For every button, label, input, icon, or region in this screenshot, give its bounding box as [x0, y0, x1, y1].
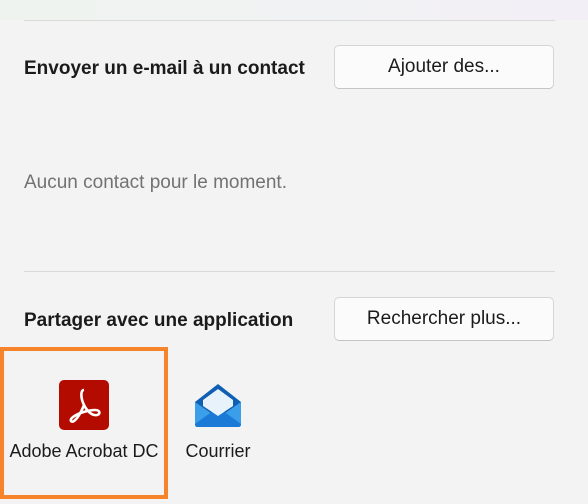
- app-label-courrier: Courrier: [185, 441, 251, 461]
- email-section-title: Envoyer un e-mail à un contact: [24, 58, 305, 79]
- app-label-adobe-acrobat: Adobe Acrobat DC: [9, 441, 159, 461]
- add-contacts-button[interactable]: Ajouter des...: [334, 45, 554, 89]
- search-more-button[interactable]: Rechercher plus...: [334, 297, 554, 341]
- adobe-acrobat-icon: [59, 380, 109, 430]
- divider-top: [24, 20, 555, 21]
- app-tile-adobe-acrobat[interactable]: Adobe Acrobat DC: [0, 347, 168, 499]
- mail-icon: [193, 380, 243, 430]
- divider-middle: [24, 271, 555, 272]
- app-section-title: Partager avec une application: [24, 310, 294, 331]
- empty-contacts-message: Aucun contact pour le moment.: [24, 172, 287, 193]
- top-gradient: [0, 0, 588, 20]
- app-tile-courrier[interactable]: Courrier: [168, 351, 268, 461]
